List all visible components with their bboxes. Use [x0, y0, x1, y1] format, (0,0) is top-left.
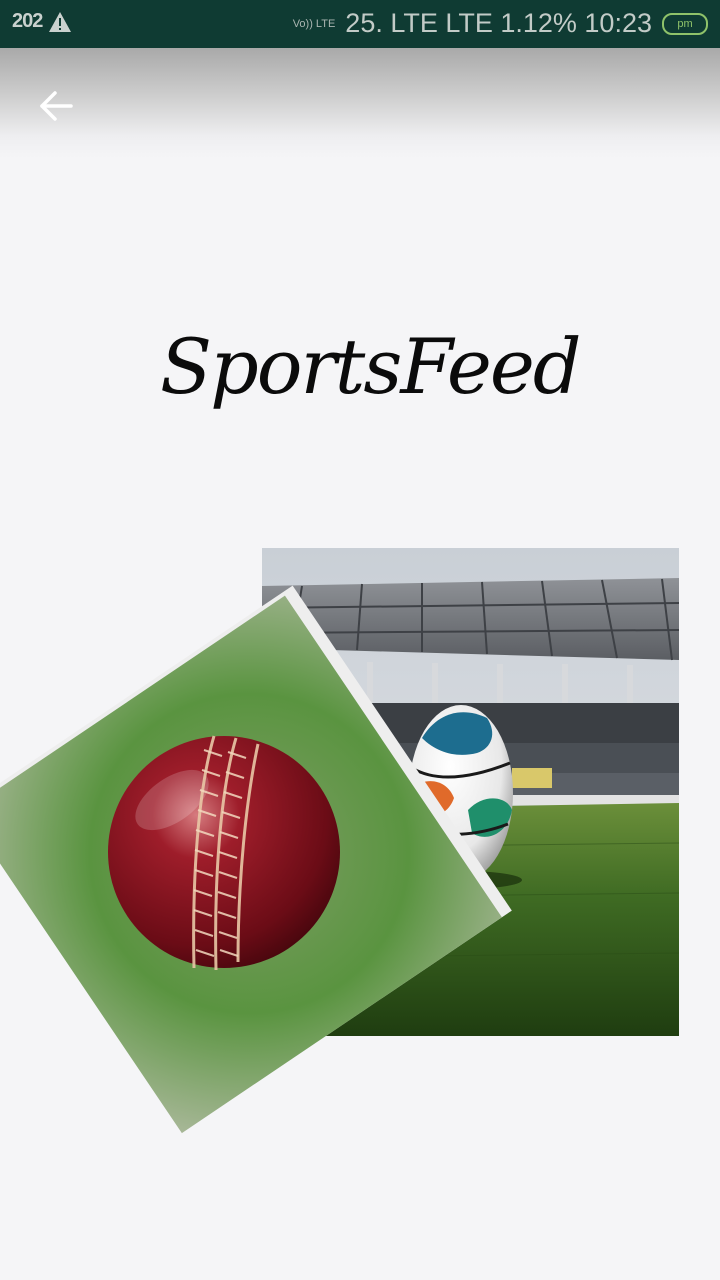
volte-indicator: Vo)) LTE	[292, 17, 336, 30]
warning-icon	[49, 11, 72, 32]
status-bar: 202 Vo)) LTE 25. LTE LTE 1.12% 10:23 pm	[0, 0, 720, 48]
status-left: 202	[12, 10, 72, 33]
arrow-left-icon	[40, 91, 73, 121]
back-button[interactable]	[30, 84, 82, 128]
battery-icon: pm	[662, 12, 708, 35]
battery-label: pm	[677, 17, 693, 30]
app-logo: SportsFeed	[160, 322, 582, 411]
status-info: 25. LTE LTE 1.12% 10:23	[345, 8, 652, 38]
app-bar	[0, 48, 720, 158]
status-notification-count: 202	[12, 10, 43, 32]
football-stadium-image	[262, 548, 679, 1036]
status-right: Vo)) LTE 25. LTE LTE 1.12% 10:23 pm	[293, 8, 708, 39]
